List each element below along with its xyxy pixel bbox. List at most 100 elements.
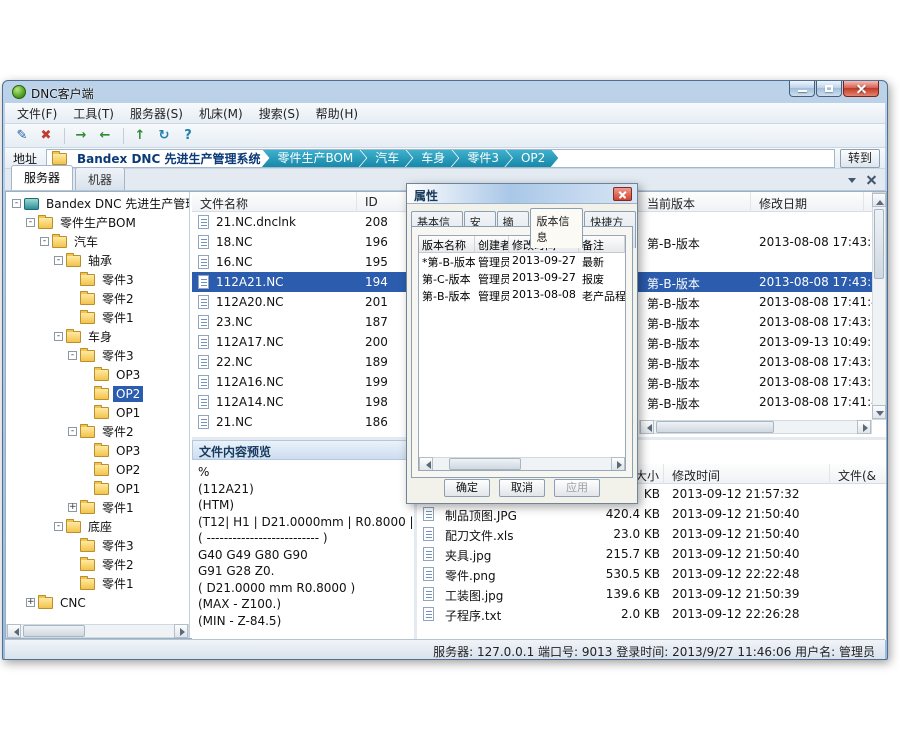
version-row[interactable]: 第-B-版本 2013-08-08 17:43:07 [639,232,872,252]
minimize-button[interactable] [789,81,815,97]
tree-item[interactable]: OP3 [6,365,189,384]
scroll-right-icon[interactable] [857,420,871,434]
tree-item[interactable]: - 零件3 [6,346,189,365]
view-tab[interactable]: 机器 [75,167,125,190]
tree-item[interactable]: OP2 [6,384,189,403]
version-row[interactable]: 第-B-版本 2013-09-13 10:49:25 [639,332,872,352]
view-tab[interactable]: 服务器 [11,165,73,190]
scroll-up-icon[interactable] [872,193,886,207]
close-button[interactable] [843,81,879,97]
menu-item[interactable]: 服务器(S) [122,103,191,124]
column-header-version[interactable]: 当前版本 [639,192,751,212]
version-row[interactable]: 第-B-版本 2013-08-08 17:41:40 [639,292,872,312]
scroll-down-icon[interactable] [872,405,886,419]
version-row[interactable]: 第-B-版本 2013-08-08 17:43:08 [639,352,872,372]
tree-item[interactable]: - 汽车 [6,232,189,251]
tab-close-icon[interactable] [866,174,877,185]
column-header-creator[interactable]: 创建者 [475,236,509,253]
tree-item[interactable]: + 零件1 [6,498,189,517]
breadcrumb-segment[interactable]: 零件3 [451,149,512,168]
breadcrumb-segment[interactable]: 车身 [405,149,458,168]
tree-item[interactable]: - 零件2 [6,422,189,441]
dialog-version-row[interactable]: *第-B-版本 管理员 2013-09-27 14: 最新 [419,253,625,270]
tree-expand-toggle[interactable]: - [40,237,49,246]
version-row[interactable] [639,252,872,272]
scroll-left-icon[interactable] [7,624,21,638]
version-vertical-scrollbar[interactable] [872,192,886,420]
refresh-icon[interactable]: ↻ [153,126,175,146]
tree-item[interactable]: - 零件生产BOM [6,213,189,232]
help-icon[interactable]: ? [177,126,199,146]
tree-horizontal-scrollbar[interactable] [6,624,189,638]
tree-expand-toggle[interactable]: - [54,522,63,531]
tree-item[interactable]: + CNC [6,593,189,612]
tree-expand-toggle[interactable]: + [68,503,77,512]
tree-item[interactable]: 零件2 [6,555,189,574]
menu-item[interactable]: 搜索(S) [251,103,308,124]
breadcrumb-segment[interactable]: OP2 [505,149,558,168]
menu-item[interactable]: 机床(M) [191,103,251,124]
attachment-row[interactable]: 配刀文件.xls 23.0 KB 2013-09-12 21:50:40 [417,524,886,544]
dialog-tab[interactable]: 版本信息 [530,208,584,248]
attachment-row[interactable]: 制品顶图.JPG 420.4 KB 2013-09-12 21:50:40 [417,504,886,524]
tree-expand-toggle[interactable]: - [12,199,21,208]
column-header-file[interactable]: 文件(& [830,464,886,484]
tree-expand-toggle[interactable]: - [68,427,77,436]
column-header-version-name[interactable]: 版本名称 [419,236,475,253]
tree-item[interactable]: 零件3 [6,270,189,289]
menu-item[interactable]: 帮助(H) [308,103,366,124]
tree-item[interactable]: 零件3 [6,536,189,555]
scrollbar-thumb[interactable] [449,458,521,470]
scroll-left-icon[interactable] [419,457,433,471]
version-row[interactable]: 第-B-版本 2013-08-08 17:41:41 [639,392,872,412]
tree-item[interactable]: - 轴承 [6,251,189,270]
scroll-right-icon[interactable] [611,457,625,471]
receive-icon[interactable]: ← [94,126,116,146]
tree-item[interactable]: - 底座 [6,517,189,536]
attachment-row[interactable]: 零件.png 530.5 KB 2013-09-12 22:22:48 [417,564,886,584]
column-header-name[interactable]: 文件名称 [192,192,357,212]
apply-button[interactable]: 应用 [554,479,600,497]
version-row[interactable] [639,212,872,232]
upload-icon[interactable]: ↑ [129,126,151,146]
attachment-row[interactable]: 子程序.txt 2.0 KB 2013-09-12 22:26:28 [417,604,886,624]
breadcrumb-segment[interactable]: 汽车 [359,149,412,168]
column-header-time[interactable]: 修改时间 [664,464,830,484]
version-row[interactable] [639,412,872,420]
edit-icon[interactable]: ✎ [11,126,33,146]
maximize-button[interactable] [816,81,842,97]
column-header-date[interactable]: 修改日期 [751,192,864,212]
tree-expand-toggle[interactable]: - [54,332,63,341]
attachment-row[interactable]: 工装图.jpg 139.6 KB 2013-09-12 21:50:39 [417,584,886,604]
tree-item[interactable]: OP1 [6,479,189,498]
go-button[interactable]: 转到 [840,149,880,168]
tree-expand-toggle[interactable]: - [68,351,77,360]
dialog-horizontal-scrollbar[interactable] [418,457,626,471]
tree-item[interactable]: OP1 [6,403,189,422]
tree-item[interactable]: OP3 [6,441,189,460]
tree-item[interactable]: OP2 [6,460,189,479]
version-row[interactable]: 第-B-版本 2013-08-08 17:43:08 [639,372,872,392]
menu-item[interactable]: 工具(T) [65,103,122,124]
tree-expand-toggle[interactable]: - [26,218,35,227]
version-row[interactable]: 第-B-版本 2013-08-08 17:43:06 [639,272,872,292]
delete-icon[interactable]: ✖ [35,126,57,146]
ok-button[interactable]: 确定 [444,479,490,497]
version-horizontal-scrollbar[interactable] [639,420,872,434]
tree-expand-toggle[interactable]: + [26,598,35,607]
attachment-row[interactable]: 夹具.jpg 215.7 KB 2013-09-12 21:50:40 [417,544,886,564]
tree-item[interactable]: 零件2 [6,289,189,308]
column-header-remark[interactable]: 备注 [579,236,625,253]
scrollbar-thumb[interactable] [23,625,85,637]
dialog-close-button[interactable] [613,187,632,201]
version-row[interactable]: 第-B-版本 2013-08-08 17:43:09 [639,312,872,332]
send-icon[interactable]: → [70,126,92,146]
scrollbar-thumb[interactable] [874,209,884,279]
cancel-button[interactable]: 取消 [499,479,545,497]
tree-item[interactable]: 零件1 [6,308,189,327]
address-field[interactable]: Bandex DNC 先进生产管理系统 零件生产BOM汽车车身零件3OP2 [46,149,835,168]
tree-item[interactable]: - 车身 [6,327,189,346]
chevron-down-icon[interactable] [848,178,856,187]
scroll-right-icon[interactable] [174,624,188,638]
dialog-version-row[interactable]: 第-C-版本 管理员 2013-09-27 14: 报废 [419,270,625,287]
